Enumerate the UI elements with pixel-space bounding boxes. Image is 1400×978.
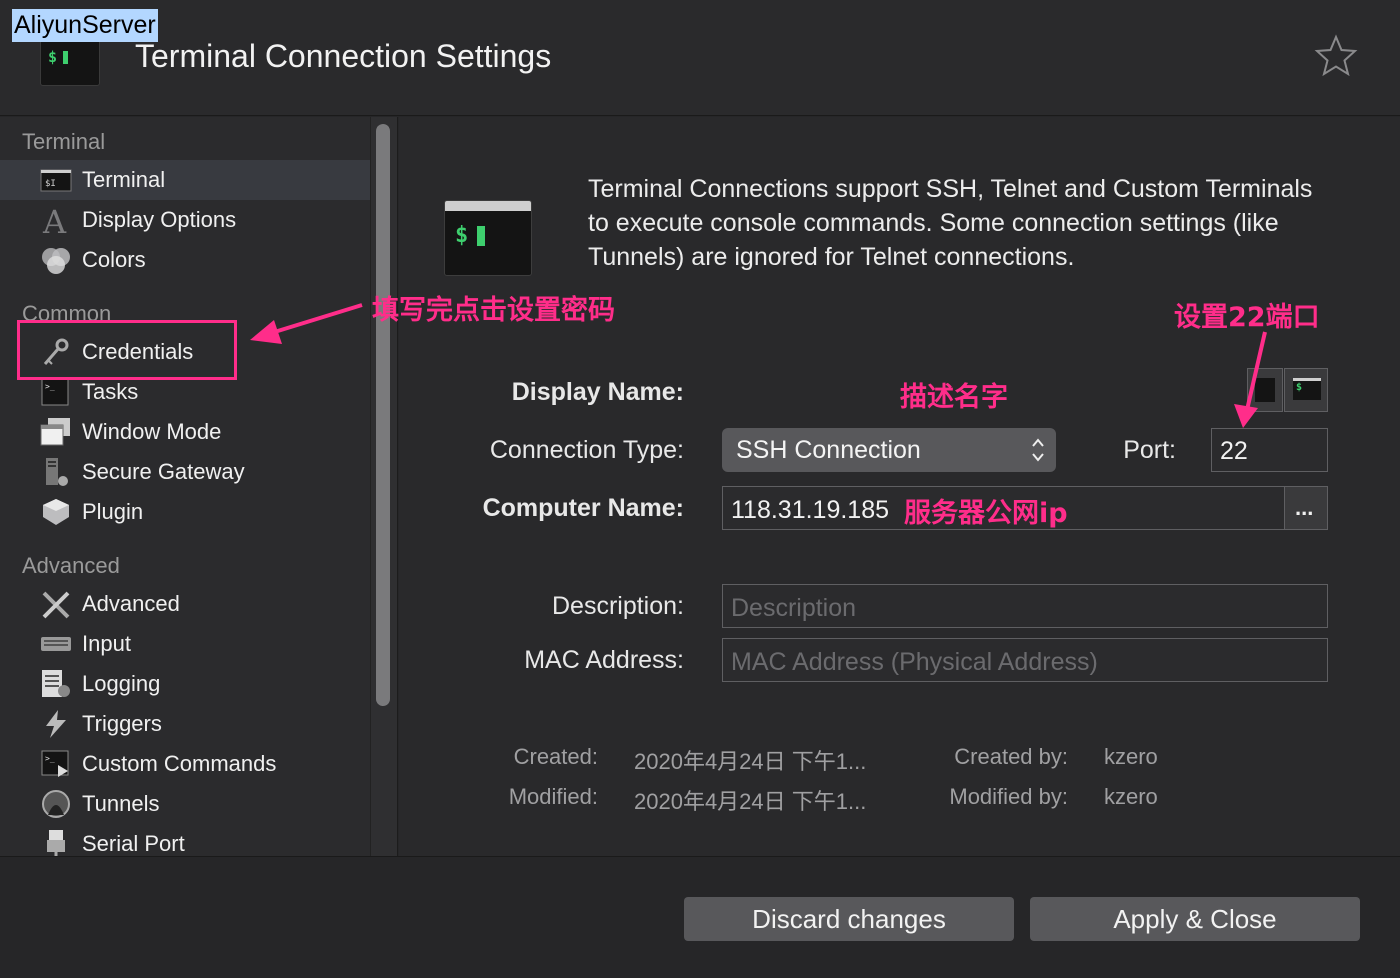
sidebar-item-label: Colors bbox=[82, 247, 146, 272]
port-value: 22 bbox=[1220, 437, 1248, 465]
sidebar-item-label: Window Mode bbox=[82, 419, 222, 444]
modified-value: 2020年4月24日 下午1... bbox=[634, 789, 867, 814]
created-by-label: Created by: bbox=[954, 744, 1068, 769]
sidebar-item-label: Tunnels bbox=[82, 791, 160, 816]
sidebar-item-logging[interactable]: Logging bbox=[0, 664, 370, 704]
description-label: Description: bbox=[552, 592, 684, 620]
computer-name-label: Computer Name: bbox=[482, 494, 684, 522]
display-name-annotation: 描述名字 bbox=[900, 382, 1008, 413]
keyboard-icon bbox=[41, 637, 71, 651]
connection-icon-button[interactable]: $ bbox=[1284, 368, 1328, 412]
sidebar-item-label: Input bbox=[82, 631, 131, 656]
serial-port-icon bbox=[47, 830, 65, 856]
info-text: Terminal Connections support SSH, Telnet… bbox=[588, 175, 1313, 271]
credentials-annotation: 填写完点击设置密码 bbox=[372, 295, 615, 326]
sidebar-item-terminal[interactable]: $I Terminal bbox=[0, 160, 370, 200]
sidebar-item-label: Tasks bbox=[82, 379, 139, 404]
description-placeholder: Description bbox=[731, 594, 857, 622]
sidebar-item-label: Triggers bbox=[82, 711, 162, 736]
colors-icon bbox=[42, 248, 70, 274]
sidebar-item-label: Serial Port bbox=[82, 831, 185, 856]
port-annotation: 设置22端口 bbox=[1174, 302, 1320, 333]
display-name-label: Display Name: bbox=[511, 378, 684, 406]
mac-address-input[interactable]: MAC Address (Physical Address) bbox=[722, 638, 1328, 682]
svg-text:$I: $I bbox=[45, 179, 56, 189]
tools-icon bbox=[42, 591, 70, 619]
gateway-icon bbox=[46, 458, 68, 486]
sidebar-item-plugin[interactable]: Plugin bbox=[0, 492, 370, 532]
sidebar-item-label: Display Options bbox=[82, 207, 237, 232]
mac-address-placeholder: MAC Address (Physical Address) bbox=[731, 648, 1098, 676]
star-icon[interactable] bbox=[1314, 34, 1358, 78]
sidebar-item-advanced[interactable]: Advanced bbox=[0, 584, 370, 624]
commands-icon: >_ bbox=[41, 750, 69, 777]
sidebar-item-label: Advanced bbox=[82, 591, 180, 616]
modified-by-label: Modified by: bbox=[949, 784, 1068, 809]
sidebar-item-display-options[interactable]: A Display Options bbox=[0, 200, 370, 240]
browse-computer-button[interactable]: ... bbox=[1284, 486, 1328, 530]
display-name-value: AliyunServer bbox=[12, 9, 158, 42]
sidebar-item-tunnels[interactable]: Tunnels bbox=[0, 784, 370, 824]
discard-changes-button[interactable]: Discard changes bbox=[684, 897, 1014, 941]
plugin-icon bbox=[43, 499, 69, 525]
display-name-color-button[interactable] bbox=[1247, 368, 1283, 412]
sidebar-item-label: Logging bbox=[82, 671, 161, 696]
page-title: Terminal Connection Settings bbox=[135, 38, 552, 74]
terminal-icon: $I bbox=[40, 169, 72, 192]
computer-name-value: 118.31.19.185 bbox=[731, 496, 890, 524]
computer-name-annotation: 服务器公网ip bbox=[904, 498, 1068, 529]
window-icon bbox=[40, 418, 70, 446]
log-icon bbox=[42, 670, 70, 697]
svg-text:>_: >_ bbox=[45, 754, 55, 763]
description-input[interactable]: Description bbox=[722, 584, 1328, 628]
window-header: $ Terminal Connection Settings bbox=[0, 0, 1400, 116]
modified-label: Modified: bbox=[508, 784, 598, 809]
font-icon: A bbox=[42, 205, 67, 235]
sidebar-heading-terminal: Terminal bbox=[22, 129, 106, 154]
created-by-value: kzero bbox=[1104, 744, 1158, 769]
sidebar-item-window-mode[interactable]: Window Mode bbox=[0, 412, 370, 452]
terminal-icon: $ bbox=[1293, 378, 1321, 400]
created-label: Created: bbox=[513, 744, 598, 769]
created-value: 2020年4月24日 下午1... bbox=[634, 749, 867, 774]
lightning-icon bbox=[46, 710, 66, 738]
port-label: Port: bbox=[1123, 436, 1176, 464]
port-input[interactable]: 22 bbox=[1211, 428, 1328, 472]
apply-close-button[interactable]: Apply & Close bbox=[1030, 897, 1360, 941]
sidebar-item-serial-port[interactable]: Serial Port bbox=[0, 824, 370, 856]
sidebar-heading-advanced: Advanced bbox=[22, 553, 120, 578]
terminal-large-icon: $ bbox=[444, 200, 532, 276]
sidebar-item-colors[interactable]: Colors bbox=[0, 240, 370, 280]
svg-text:A: A bbox=[42, 205, 67, 235]
sidebar-item-secure-gateway[interactable]: Secure Gateway bbox=[0, 452, 370, 492]
prompt-glyph: $ bbox=[48, 48, 58, 66]
sidebar-item-triggers[interactable]: Triggers bbox=[0, 704, 370, 744]
prompt-glyph: $ bbox=[455, 223, 469, 248]
sidebar: Terminal $I Terminal A Display Options C… bbox=[0, 117, 370, 856]
sidebar-item-label: Custom Commands bbox=[82, 751, 277, 776]
credentials-highlight-box bbox=[17, 320, 237, 380]
connection-type-label: Connection Type: bbox=[489, 436, 684, 464]
sidebar-item-label: Secure Gateway bbox=[82, 459, 245, 484]
modified-by-value: kzero bbox=[1104, 784, 1158, 809]
tunnel-icon bbox=[42, 790, 70, 818]
mac-address-label: MAC Address: bbox=[524, 646, 684, 674]
tasks-icon: >_ bbox=[41, 378, 69, 406]
sidebar-item-input[interactable]: Input bbox=[0, 624, 370, 664]
svg-text:>_: >_ bbox=[45, 382, 55, 391]
sidebar-item-label: Terminal bbox=[82, 167, 166, 192]
sidebar-item-custom-commands[interactable]: >_ Custom Commands bbox=[0, 744, 370, 784]
sidebar-item-label: Plugin bbox=[82, 499, 144, 524]
